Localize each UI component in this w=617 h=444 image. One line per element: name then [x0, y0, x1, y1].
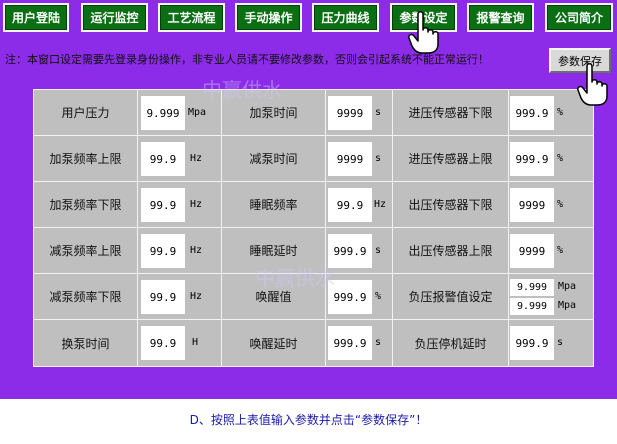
param-value-field[interactable]: 99.9: [141, 280, 185, 314]
watermark: 中赢供水: [202, 78, 282, 102]
param-label: 睡眠频率: [249, 198, 298, 212]
param-label: 减泵时间: [249, 152, 298, 166]
instruction-caption: D、按照上表值输入参数并点击“参数保存”！: [189, 413, 428, 427]
param-label: 唤醒延时: [249, 336, 298, 351]
nav-process-flow-button[interactable]: 工艺流程: [158, 3, 225, 32]
param-unit: %: [557, 245, 564, 256]
param-unit: Hz: [190, 291, 203, 302]
param-unit: s: [375, 107, 382, 118]
nav-user-login-button[interactable]: 用户登陆: [3, 3, 69, 32]
param-unit: s: [375, 245, 382, 256]
param-unit: Mpa: [558, 281, 577, 292]
param-unit: Hz: [190, 199, 203, 210]
param-unit: s: [375, 337, 382, 348]
param-label: 进压传感器下限: [408, 106, 493, 120]
nav-label: 用户登陆: [11, 11, 60, 25]
nav-label: 工艺流程: [167, 11, 216, 25]
param-unit: H: [192, 337, 199, 348]
warning-notice: 注：本窗口设定需要先登录身份操作，非专业人员请不要修改参数，否则会引起系统不能正…: [5, 53, 489, 66]
param-label: 加泵频率上限: [49, 152, 122, 166]
param-label: 负压停机延时: [414, 336, 487, 351]
nav-label: 运行监控: [90, 11, 139, 25]
param-value-field[interactable]: 9999: [510, 188, 554, 222]
param-value-field[interactable]: 999.9: [510, 326, 554, 360]
param-value-field[interactable]: 9999: [510, 234, 554, 268]
param-value-field[interactable]: 999.9: [510, 96, 554, 130]
param-value-field[interactable]: 99.9: [141, 188, 185, 222]
param-label: 进压传感器上限: [408, 152, 493, 166]
table-row: 加泵频率下限 99.9 Hz 睡眠频率 99.9 Hz 出压传感器下限 9999…: [34, 182, 593, 228]
param-value-field[interactable]: 999.9: [328, 326, 372, 360]
param-value-field[interactable]: 99.9: [141, 234, 185, 268]
table-row: 加泵频率上限 99.9 Hz 减泵时间 9999 s 进压传感器上限 999.9…: [34, 136, 593, 182]
param-unit: %: [375, 291, 382, 302]
param-unit: Mpa: [558, 300, 577, 311]
param-value-field[interactable]: 9.999: [510, 298, 554, 315]
param-value-field[interactable]: 99.9: [141, 326, 185, 360]
pointer-hand-icon: [408, 11, 439, 54]
table-row: 用户压力 9.999 Mpa 加泵时间 9999 s 进压传感器下限 999.9…: [34, 90, 593, 136]
param-unit: Mpa: [188, 107, 207, 118]
param-value-field[interactable]: 9999: [328, 96, 372, 130]
param-label: 负压报警值设定: [408, 290, 493, 304]
pointer-hand-icon: [577, 63, 608, 106]
nav-label: 手动操作: [244, 11, 293, 25]
nav-alarm-query-button[interactable]: 报警查询: [467, 3, 534, 32]
nav-manual-operation-button[interactable]: 手动操作: [235, 3, 302, 32]
table-row: 换泵时间 99.9 H 唤醒延时 999.9 s 负压停机延时 999.9 s: [34, 320, 593, 366]
param-unit: Hz: [190, 153, 203, 164]
hmi-screen: 用户登陆 运行监控 工艺流程 手动操作 压力曲线 参数设定 报警查询 公司简介 …: [0, 0, 617, 399]
param-unit: Hz: [374, 199, 387, 210]
param-value-field[interactable]: 999.9: [510, 142, 554, 176]
nav-label: 报警查询: [476, 11, 525, 25]
param-unit: Hz: [190, 245, 203, 256]
param-value-field[interactable]: 9.999: [141, 96, 185, 130]
param-label: 加泵频率下限: [49, 198, 122, 212]
top-nav-bar: 用户登陆 运行监控 工艺流程 手动操作 压力曲线 参数设定 报警查询 公司简介: [0, 0, 617, 38]
param-label: 出压传感器上限: [408, 244, 493, 258]
nav-pressure-curve-button[interactable]: 压力曲线: [312, 3, 379, 32]
param-label: 用户压力: [61, 106, 110, 120]
param-unit: s: [375, 153, 382, 164]
param-value-field[interactable]: 9999: [328, 142, 372, 176]
param-label: 出压传感器下限: [408, 198, 493, 212]
nav-run-monitor-button[interactable]: 运行监控: [81, 3, 148, 32]
watermark: 中赢供水: [255, 266, 335, 290]
param-unit: %: [557, 107, 564, 118]
param-value-field[interactable]: 99.9: [328, 188, 372, 222]
param-unit: s: [557, 337, 564, 348]
param-label: 换泵时间: [61, 336, 110, 351]
param-value-field[interactable]: 99.9: [141, 142, 185, 176]
nav-label: 压力曲线: [321, 11, 370, 25]
parameter-table: 用户压力 9.999 Mpa 加泵时间 9999 s 进压传感器下限 999.9…: [33, 89, 594, 367]
param-value-field[interactable]: 9.999: [510, 279, 554, 296]
nav-label: 公司简介: [554, 11, 603, 25]
param-unit: %: [557, 153, 564, 164]
param-label: 减泵频率上限: [49, 244, 122, 258]
param-unit: %: [557, 199, 564, 210]
param-label: 减泵频率下限: [49, 290, 122, 304]
nav-company-profile-button[interactable]: 公司简介: [545, 3, 613, 32]
